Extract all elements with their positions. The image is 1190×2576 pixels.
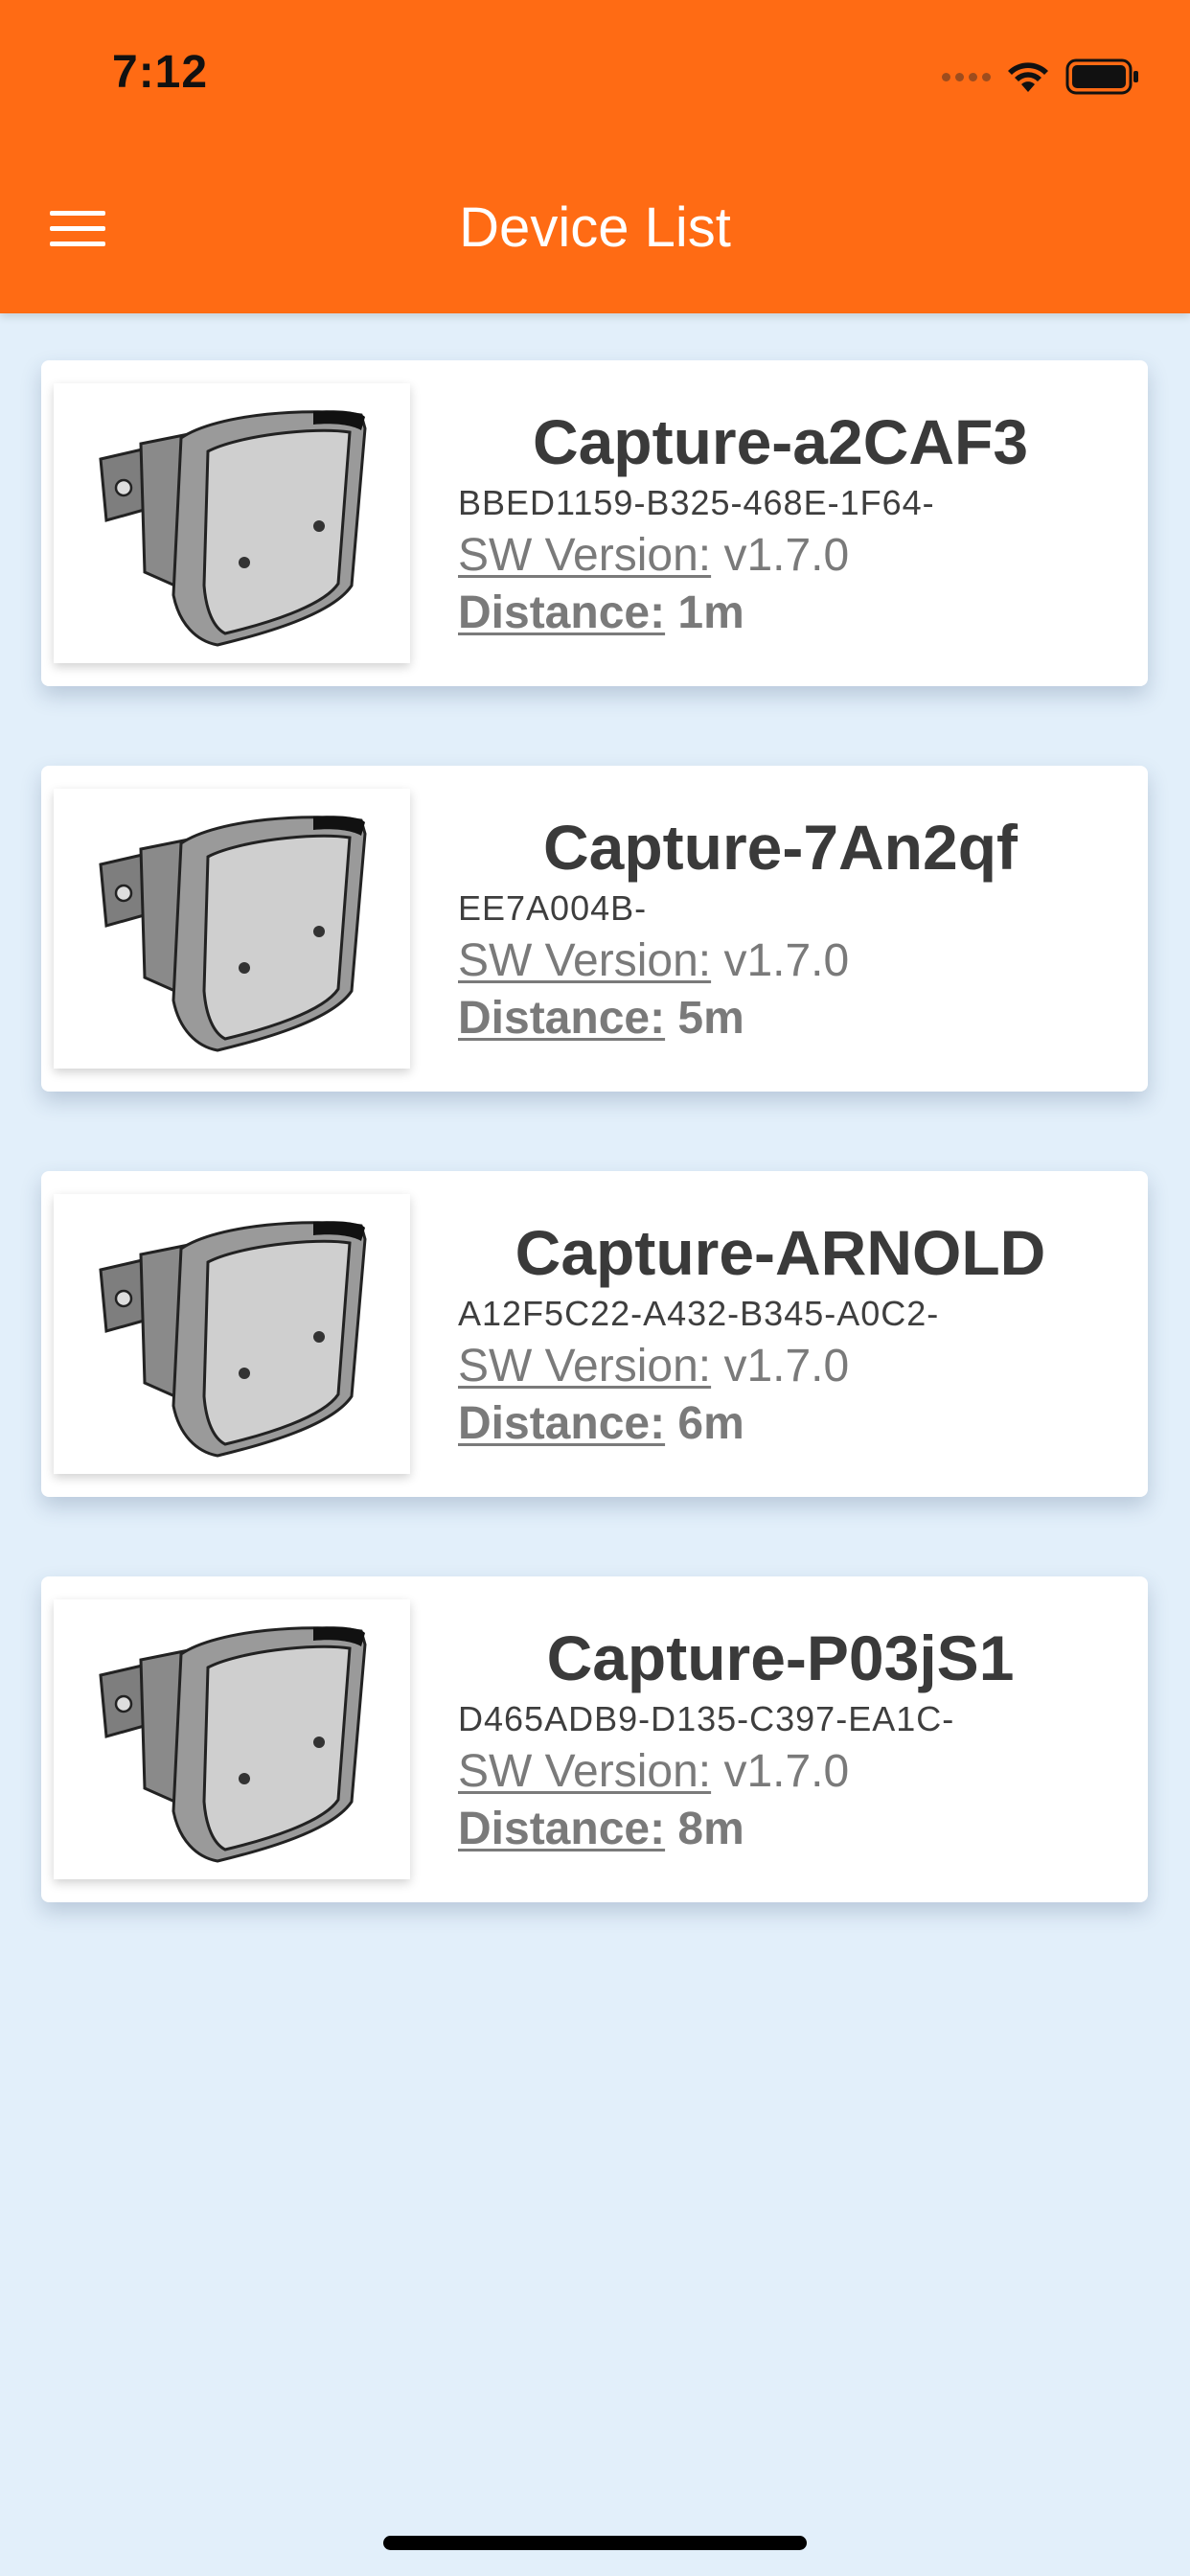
distance-value: 6m bbox=[677, 1398, 744, 1449]
device-card[interactable]: Capture-ARNOLD A12F5C22-A432-B345-A0C2- … bbox=[41, 1171, 1148, 1497]
device-card[interactable]: Capture-a2CAF3 BBED1159-B325-468E-1F64- … bbox=[41, 360, 1148, 686]
distance-value: 8m bbox=[677, 1804, 744, 1854]
sw-version-row: SW Version: v1.7.0 bbox=[458, 529, 849, 582]
device-uuid: D465ADB9-D135-C397-EA1C- bbox=[458, 1699, 955, 1738]
capture-device-icon bbox=[99, 1221, 367, 1458]
app-header: 7:12 Device List bbox=[0, 0, 1190, 313]
distance-value: 1m bbox=[677, 587, 744, 638]
sw-version-row: SW Version: v1.7.0 bbox=[458, 1340, 849, 1392]
device-image bbox=[54, 1194, 410, 1474]
device-name: Capture-a2CAF3 bbox=[532, 406, 1029, 477]
device-image bbox=[54, 789, 410, 1069]
cellular-signal-icon bbox=[942, 72, 991, 81]
distance-label: Distance: bbox=[458, 587, 666, 638]
battery-icon bbox=[1065, 58, 1138, 95]
capture-device-icon bbox=[99, 410, 367, 647]
sw-version-value: v1.7.0 bbox=[723, 530, 850, 581]
distance-row: Distance: 6m bbox=[458, 1397, 744, 1450]
device-image bbox=[54, 1599, 410, 1879]
sw-version-row: SW Version: v1.7.0 bbox=[458, 1745, 849, 1798]
device-card[interactable]: Capture-P03jS1 D465ADB9-D135-C397-EA1C- … bbox=[41, 1576, 1148, 1902]
sw-version-value: v1.7.0 bbox=[723, 1746, 850, 1797]
distance-row: Distance: 1m bbox=[458, 586, 744, 639]
status-icons bbox=[942, 56, 1140, 98]
device-name: Capture-ARNOLD bbox=[515, 1217, 1046, 1288]
device-uuid: EE7A004B- bbox=[458, 888, 648, 928]
device-card[interactable]: Capture-7An2qf EE7A004B- SW Version: v1.… bbox=[41, 766, 1148, 1092]
status-time: 7:12 bbox=[112, 47, 209, 98]
distance-value: 5m bbox=[677, 993, 744, 1044]
distance-label: Distance: bbox=[458, 993, 666, 1044]
device-name: Capture-7An2qf bbox=[542, 812, 1018, 883]
sw-version-value: v1.7.0 bbox=[723, 935, 850, 986]
capture-device-icon bbox=[99, 1626, 367, 1863]
device-uuid: BBED1159-B325-468E-1F64- bbox=[458, 483, 935, 522]
device-name: Capture-P03jS1 bbox=[546, 1622, 1015, 1693]
home-indicator[interactable] bbox=[383, 2536, 807, 2550]
sw-version-row: SW Version: v1.7.0 bbox=[458, 934, 849, 987]
wifi-icon bbox=[1008, 62, 1048, 92]
sw-version-label: SW Version: bbox=[458, 1746, 712, 1797]
capture-device-icon bbox=[99, 816, 367, 1052]
distance-row: Distance: 8m bbox=[458, 1803, 744, 1855]
sw-version-label: SW Version: bbox=[458, 935, 712, 986]
distance-label: Distance: bbox=[458, 1804, 666, 1854]
sw-version-value: v1.7.0 bbox=[723, 1341, 850, 1392]
device-image bbox=[54, 383, 410, 663]
sw-version-label: SW Version: bbox=[458, 530, 712, 581]
page-title: Device List bbox=[459, 196, 731, 259]
device-list: Capture-a2CAF3 BBED1159-B325-468E-1F64- … bbox=[41, 360, 1148, 1982]
sw-version-label: SW Version: bbox=[458, 1341, 712, 1392]
distance-label: Distance: bbox=[458, 1398, 666, 1449]
device-uuid: A12F5C22-A432-B345-A0C2- bbox=[458, 1294, 940, 1333]
distance-row: Distance: 5m bbox=[458, 992, 744, 1045]
